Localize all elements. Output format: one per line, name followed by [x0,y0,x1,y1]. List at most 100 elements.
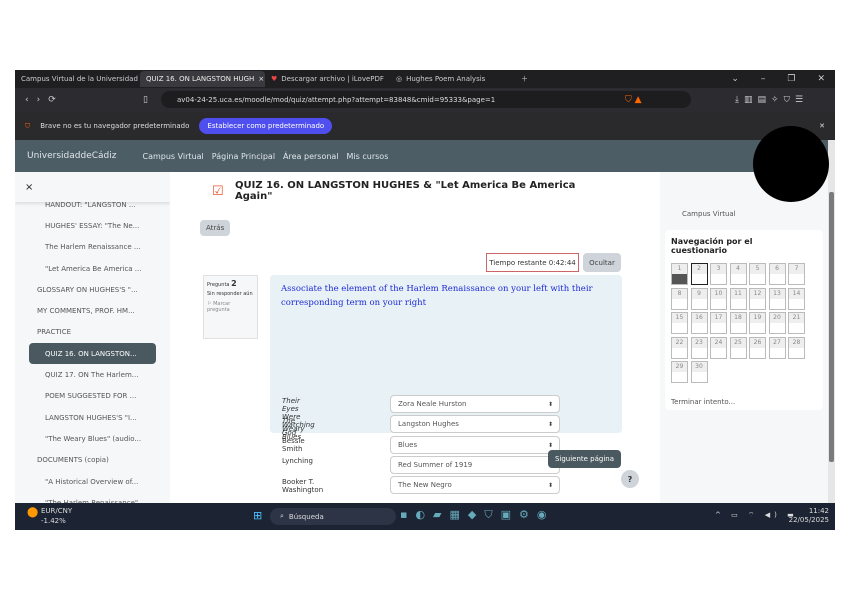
taskbar-apps[interactable]: ▪◐▰▦◆⛉▣⚙◉ [400,508,554,522]
question-nav-button[interactable]: 5 [749,263,766,285]
question-nav-button[interactable]: 1 [671,263,688,285]
match-select[interactable]: The New Negro ⬍ [390,476,560,494]
sidebar-item[interactable]: The Harlem Renaissance ... [15,237,170,258]
sidebar-item[interactable]: HANDOUT: "LANGSTON ... [15,194,170,215]
question-nav-button[interactable]: 12 [749,287,766,310]
next-page-button[interactable]: Siguiente página [548,450,621,468]
match-term: Booker T. Washington [282,478,324,494]
chevron-down-icon[interactable]: ⌄ [731,74,739,84]
question-nav-button[interactable]: 9 [690,287,708,310]
tab-bar: Campus Virtual de la Universidad d QUIZ … [15,70,835,88]
match-select[interactable]: Red Summer of 1919⬍ [390,456,560,474]
question-nav-button[interactable]: 21 [788,312,805,334]
tab-label: Hughes Poem Analysis [406,75,486,83]
question-number: 17 [711,313,726,323]
nav-campus-virtual[interactable]: Campus Virtual [142,152,203,161]
question-number: 1 [672,264,687,274]
sidebar-item[interactable]: MY COMMENTS, PROF. HM... [15,300,170,321]
page-scrollbar[interactable] [828,140,835,503]
sort-icon: ⬍ [547,441,553,449]
sidebar-item-active[interactable]: QUIZ 16. ON LANGSTON... [29,343,156,365]
sidebar-item[interactable]: HUGHES' ESSAY: "The Ne... [15,215,170,236]
brand-logo[interactable]: UniversidaddeCádiz [27,151,116,161]
match-select[interactable]: Zora Neale Hurston ⬍ [390,395,560,413]
question-nav-button[interactable]: 10 [710,287,727,310]
question-nav-button[interactable]: 22 [671,336,688,359]
hide-timer-button[interactable]: Ocultar [583,253,621,272]
finish-attempt-link[interactable]: Terminar intento... [671,398,735,406]
default-browser-infobar: ⛉ Brave no es tu navegador predeterminad… [15,112,835,140]
question-nav-button[interactable]: 24 [710,336,727,359]
question-nav-button[interactable]: 8 [671,287,688,310]
question-nav-button[interactable]: 28 [788,336,805,359]
match-select[interactable]: Blues ⬍ [390,436,560,454]
question-nav-button[interactable]: 19 [749,312,766,334]
sidebar-item[interactable]: GLOSSARY ON HUGHES'S "... [15,279,170,300]
question-nav-button[interactable]: 4 [729,263,747,285]
nav-pagina-principal[interactable]: Página Principal [212,152,275,161]
maximize-icon[interactable]: ❐ [787,74,795,84]
weather-icon: ⬤ [27,507,39,518]
tab-ilovepdf[interactable]: ♥ Descargar archivo | iLovePDF [265,71,390,87]
question-nav-button[interactable]: 27 [768,336,786,359]
question-nav-button[interactable]: 25 [729,336,747,359]
set-default-button[interactable]: Establecer como predeterminado [199,118,333,134]
new-tab-button[interactable]: ＋ [515,71,640,87]
close-infobar-icon[interactable]: ✕ [819,122,825,130]
question-label: Pregunta [207,282,230,288]
question-nav-button[interactable]: 17 [710,312,727,334]
search-icon: ⌕ [280,512,284,520]
flag-question[interactable]: ⚐ Marcar pregunta [207,301,254,313]
question-nav-button[interactable]: 6 [768,263,786,285]
question-nav-button[interactable]: 14 [788,287,805,310]
windows-start-icon[interactable]: ⊞ [253,509,262,522]
url-input[interactable]: av04-24-25.uca.es/moodle/mod/quiz/attemp… [161,91,691,108]
question-nav-button[interactable]: 15 [671,312,688,334]
sidebar-item[interactable]: LANGSTON HUGHES'S "I... [15,407,170,428]
nav-buttons[interactable]: ‹›⟳ [25,95,64,105]
close-icon[interactable]: ✕ [817,74,825,84]
question-nav-button[interactable]: 16 [690,312,708,334]
bookmark-icon[interactable]: ▯ [143,95,148,105]
question-nav-button[interactable]: 30 [690,361,708,383]
sidebar-item[interactable]: POEM SUGGESTED FOR ... [15,386,170,407]
question-number: 11 [730,288,746,299]
question-nav-button[interactable]: 3 [710,263,727,285]
openai-icon: ◎ [396,75,403,83]
question-nav-button[interactable]: 18 [729,312,747,334]
sidebar-section-documents[interactable]: DOCUMENTS (copia) [15,450,170,471]
sidebar-item[interactable]: QUIZ 17. ON The Harlem... [15,364,170,385]
question-nav-button[interactable]: 2 [690,263,708,285]
sidebar-item[interactable]: "A Historical Overview of... [15,471,170,492]
question-number: 28 [789,337,804,348]
back-button[interactable]: Atrás [200,220,231,236]
sidebar-item[interactable]: "Let America Be America ... [15,258,170,279]
nav-mis-cursos[interactable]: Mis cursos [347,152,389,161]
help-button[interactable]: ? [621,470,639,488]
minimize-icon[interactable]: – [761,74,766,84]
tab-quiz[interactable]: QUIZ 16. ON LANGSTON HUGH × [140,71,265,87]
toolbar-icons[interactable]: ⤓▥▤✧⛉☰ [735,95,808,105]
question-nav-button[interactable]: 23 [690,336,708,359]
brave-shield-icon[interactable]: ⛉ ▲ [625,95,642,105]
question-nav-button[interactable]: 20 [768,312,786,334]
question-nav-button[interactable]: 29 [671,361,688,383]
question-nav-button[interactable]: 7 [788,263,805,285]
scrollbar-thumb[interactable] [829,192,834,462]
heart-icon: ♥ [271,75,278,83]
campus-virtual-link[interactable]: Campus Virtual [682,210,736,218]
nav-area-personal[interactable]: Área personal [283,152,339,161]
sidebar-item[interactable]: "The Weary Blues" (audio... [15,428,170,449]
question-nav-button[interactable]: 13 [768,287,786,310]
sidebar-section-practice[interactable]: PRACTICE [15,322,170,343]
question-number: 24 [711,337,726,348]
widget-title[interactable]: EUR/CNY [41,507,72,515]
question-nav-button[interactable]: 11 [729,287,747,310]
question-number: 13 [769,288,785,299]
tab-hughes[interactable]: ◎ Hughes Poem Analysis [390,71,515,87]
url-text: av04-24-25.uca.es/moodle/mod/quiz/attemp… [177,95,496,104]
question-nav-button[interactable]: 26 [749,336,766,359]
tab-campus[interactable]: Campus Virtual de la Universidad d [15,71,140,87]
match-select[interactable]: Langston Hughes ⬍ [390,415,560,433]
taskbar-search[interactable]: ⌕ Búsqueda [270,508,396,525]
